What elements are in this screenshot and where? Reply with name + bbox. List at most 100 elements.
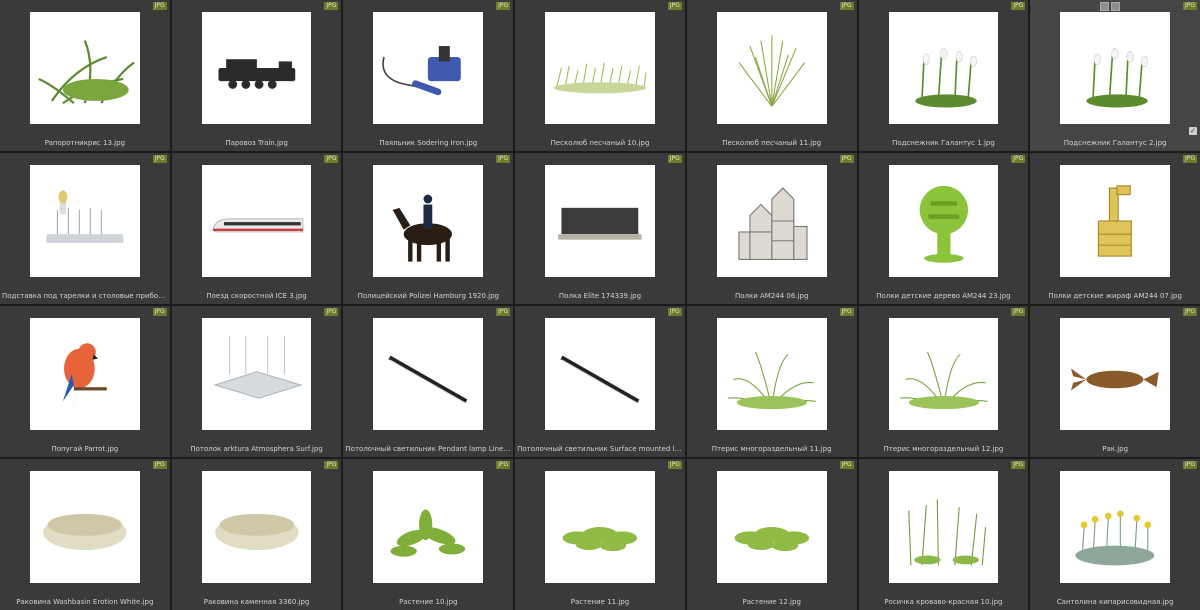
- tree-shelf-icon[interactable]: [888, 165, 999, 277]
- thumbnail-cell[interactable]: JPG Песколюб песчаный 10.jpg: [515, 0, 685, 151]
- thumbnail-cell[interactable]: JPG Паровоз Train.jpg: [171, 0, 342, 151]
- stone-basin-icon[interactable]: [201, 471, 312, 583]
- thumbnail-cell[interactable]: JPG Потолок arktura Atmosphera Surf.jpg: [171, 306, 342, 457]
- file-name-caption: Подснежник Галантус 1.jpg: [892, 139, 995, 147]
- thumbnail-cell[interactable]: JPG Поезд скоростной ICE 3.jpg: [171, 153, 342, 304]
- wild-grass-icon[interactable]: [888, 471, 999, 583]
- file-name-caption: Рак.jpg: [1102, 445, 1129, 453]
- ground-cover-icon[interactable]: [545, 471, 655, 583]
- file-name-caption: Полки детские дерево AM244 23.jpg: [876, 292, 1011, 300]
- train-icon[interactable]: [201, 165, 312, 277]
- file-name-caption: Растение 10.jpg: [399, 598, 458, 606]
- ground-cover-icon[interactable]: [716, 471, 827, 583]
- thumbnail-cell[interactable]: JPG Раковина Washbasin Erotion White.jpg: [0, 459, 170, 610]
- ceiling-panel-icon[interactable]: [201, 318, 312, 430]
- file-type-badge: JPG: [839, 155, 854, 163]
- thumbnail-cell[interactable]: JPG Попугай Parrot.jpg: [0, 306, 170, 457]
- shelf-icon[interactable]: [545, 165, 655, 277]
- linear-lamp-icon[interactable]: [545, 318, 655, 430]
- thumbnail-cell[interactable]: JPG Птерис многораздельный 12.jpg: [858, 306, 1029, 457]
- file-type-badge: JPG: [667, 308, 682, 316]
- file-name-caption: Росичка кроваво-красная 10.jpg: [884, 598, 1003, 606]
- thumbnail-cell[interactable]: JPG Полки детские дерево AM244 23.jpg: [858, 153, 1029, 304]
- file-type-badge: JPG: [324, 155, 339, 163]
- fern-cluster-icon[interactable]: [888, 318, 999, 430]
- file-name-caption: Сантолина кипарисовидная.jpg: [1056, 598, 1174, 606]
- snowdrop-icon[interactable]: [888, 12, 999, 124]
- file-type-badge: JPG: [152, 461, 167, 469]
- edit-pencil-icon[interactable]: [1110, 2, 1120, 11]
- horse-rider-icon[interactable]: [373, 165, 484, 277]
- file-name-caption: Попугай Parrot.jpg: [51, 445, 119, 453]
- file-type-badge: JPG: [839, 461, 854, 469]
- thumbnail-cell[interactable]: JPG Песколюб песчаный 11.jpg: [686, 0, 857, 151]
- dish-rack-icon[interactable]: [30, 165, 140, 277]
- thumbnail-cell[interactable]: JPG Потолочный светильник Pendant lamp Li…: [343, 306, 514, 457]
- thumbnail-cell[interactable]: JPG Растение 10.jpg: [343, 459, 514, 610]
- file-type-badge: JPG: [496, 308, 511, 316]
- thumbnail-cell[interactable]: JPG Полка Elite 174339.jpg: [515, 153, 685, 304]
- file-type-badge: JPG: [667, 461, 682, 469]
- file-name-caption: Потолочный светильник Surface mounted la…: [517, 445, 683, 453]
- file-type-badge: JPG: [667, 2, 682, 10]
- thumbnail-cell[interactable]: JPG Рак.jpg: [1030, 306, 1200, 457]
- thumbnail-cell[interactable]: JPG Раковина каменная 3360.jpg: [171, 459, 342, 610]
- file-type-badge: JPG: [324, 461, 339, 469]
- file-type-badge: JPG: [667, 155, 682, 163]
- selected-checkbox[interactable]: ✓: [1188, 127, 1197, 135]
- thumbnail-cell[interactable]: JPG Растение 12.jpg: [686, 459, 857, 610]
- selection-tools: [1099, 2, 1120, 11]
- file-type-badge: JPG: [1011, 308, 1026, 316]
- thumbnail-cell[interactable]: JPG Птерис многораздельный 11.jpg: [686, 306, 857, 457]
- thumbnail-cell[interactable]: JPG Paпopотникрис 13.jpg: [0, 0, 170, 151]
- soldering-iron-icon[interactable]: [373, 12, 484, 124]
- thumbnail-cell[interactable]: JPG Сантолина кипарисовидная.jpg: [1030, 459, 1200, 610]
- thumbnail-cell[interactable]: JPG ✓ Подснежник Галантус 2.jpg: [1030, 0, 1200, 151]
- file-type-badge: JPG: [1182, 461, 1197, 469]
- file-type-badge: JPG: [1011, 155, 1026, 163]
- linear-lamp-icon[interactable]: [373, 318, 484, 430]
- file-name-caption: Паяльник Sodering Iron.jpg: [379, 139, 478, 147]
- grass-patch-icon[interactable]: [545, 12, 655, 124]
- file-name-caption: Поезд скоростной ICE 3.jpg: [206, 292, 307, 300]
- thumbnail-cell[interactable]: JPG Растение 11.jpg: [515, 459, 685, 610]
- file-type-badge: JPG: [152, 2, 167, 10]
- thumbnail-cell[interactable]: JPG Полицейский Polizei Hamburg 1920.jpg: [343, 153, 514, 304]
- file-name-caption: Paпopотникрис 13.jpg: [44, 139, 125, 147]
- file-type-badge: JPG: [1011, 461, 1026, 469]
- file-type-badge: JPG: [1182, 308, 1197, 316]
- crayfish-icon[interactable]: [1060, 318, 1170, 430]
- select-square-icon[interactable]: [1099, 2, 1109, 11]
- file-name-caption: Полки детские жираф AM244 07.jpg: [1048, 292, 1182, 300]
- file-type-badge: JPG: [1182, 155, 1197, 163]
- locomotive-icon[interactable]: [201, 12, 312, 124]
- fern-cluster-icon[interactable]: [716, 318, 827, 430]
- thumbnail-cell[interactable]: JPG Потолочный светильник Surface mounted…: [515, 306, 685, 457]
- fern-icon[interactable]: [30, 12, 140, 124]
- thumbnail-grid: JPG Paпopотникрис 13.jpg JPG Паровоз Train…: [0, 0, 1200, 610]
- file-type-badge: JPG: [1011, 2, 1026, 10]
- file-name-caption: Растение 11.jpg: [570, 598, 630, 606]
- snowdrop-icon[interactable]: [1060, 12, 1170, 124]
- thumbnail-cell[interactable]: JPG Паяльник Sodering Iron.jpg: [343, 0, 514, 151]
- thumbnail-cell[interactable]: JPG Полки детские жираф AM244 07.jpg: [1030, 153, 1200, 304]
- grass-tuft-icon[interactable]: [716, 12, 827, 124]
- santolina-icon[interactable]: [1060, 471, 1170, 583]
- parrot-icon[interactable]: [30, 318, 140, 430]
- thumbnail-cell[interactable]: JPG Подставка под тарелки и столовые приб…: [0, 153, 170, 304]
- thumbnail-cell[interactable]: JPG Подснежник Галантус 1.jpg: [858, 0, 1029, 151]
- file-type-badge: JPG: [324, 2, 339, 10]
- house-shelves-icon[interactable]: [716, 165, 827, 277]
- giraffe-shelf-icon[interactable]: [1060, 165, 1170, 277]
- stone-basin-icon[interactable]: [30, 471, 140, 583]
- file-name-caption: Паровоз Train.jpg: [225, 139, 288, 147]
- thumbnail-cell[interactable]: JPG Полки AM244 06.jpg: [686, 153, 857, 304]
- file-name-caption: Раковина Washbasin Erotion White.jpg: [16, 598, 154, 606]
- file-name-caption: Полицейский Polizei Hamburg 1920.jpg: [357, 292, 499, 300]
- file-type-badge: JPG: [152, 308, 167, 316]
- leafy-plant-icon[interactable]: [373, 471, 484, 583]
- file-name-caption: Полка Elite 174339.jpg: [558, 292, 642, 300]
- file-type-badge: JPG: [496, 461, 511, 469]
- file-type-badge: JPG: [1182, 2, 1197, 10]
- thumbnail-cell[interactable]: JPG Росичка кроваво-красная 10.jpg: [858, 459, 1029, 610]
